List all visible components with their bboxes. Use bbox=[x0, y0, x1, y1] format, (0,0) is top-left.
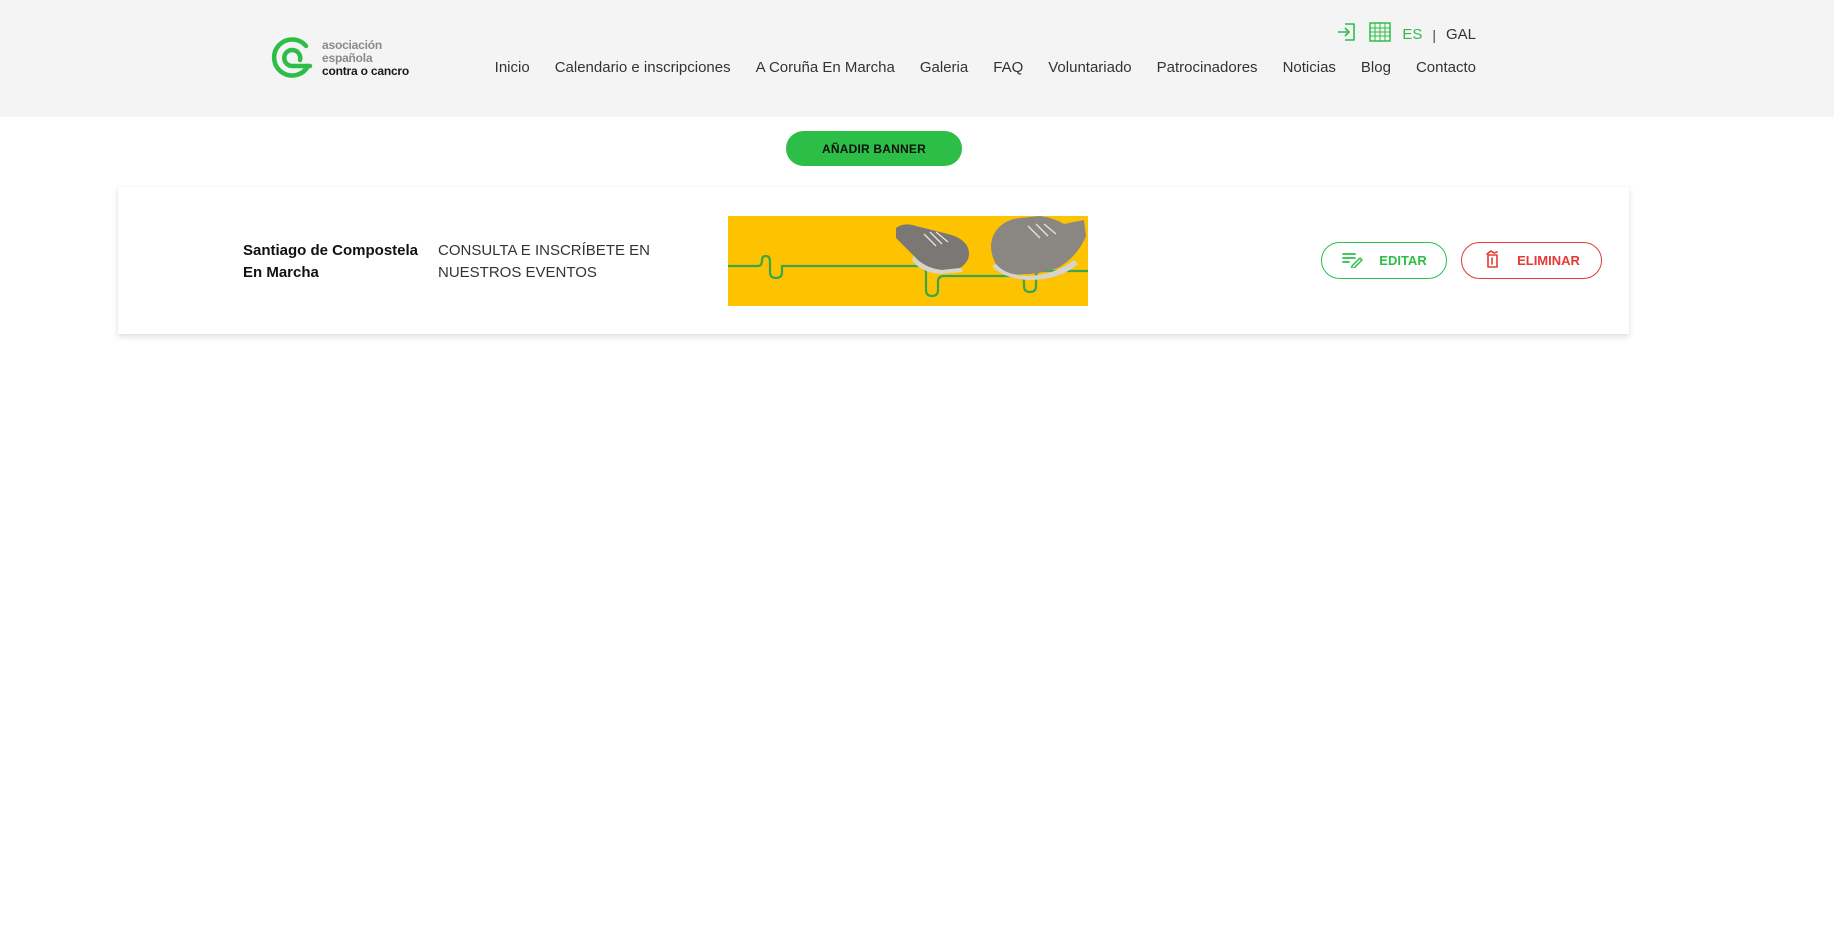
nav-item-coruna-en-marcha[interactable]: A Coruña En Marcha bbox=[756, 59, 895, 76]
edit-list-icon bbox=[1341, 250, 1364, 271]
lang-es-link[interactable]: ES bbox=[1402, 26, 1422, 43]
main-nav: Inicio Calendario e inscripciones A Coru… bbox=[495, 59, 1476, 76]
banner-image bbox=[728, 216, 1088, 306]
nav-item-noticias[interactable]: Noticias bbox=[1283, 59, 1336, 76]
nav-item-blog[interactable]: Blog bbox=[1361, 59, 1391, 76]
aecc-logo[interactable]: asociación española contra o cancro bbox=[270, 36, 409, 80]
nav-item-contacto[interactable]: Contacto bbox=[1416, 59, 1476, 76]
calendar-grid-icon[interactable] bbox=[1368, 21, 1392, 48]
nav-item-calendario[interactable]: Calendario e inscripciones bbox=[555, 59, 731, 76]
logo-text: asociación española contra o cancro bbox=[322, 37, 410, 78]
nav-item-galeria[interactable]: Galeria bbox=[920, 59, 968, 76]
login-icon[interactable] bbox=[1336, 21, 1358, 48]
edit-label: EDITAR bbox=[1379, 253, 1427, 268]
aecc-logo-icon bbox=[271, 37, 313, 78]
nav-item-voluntariado[interactable]: Voluntariado bbox=[1048, 59, 1131, 76]
logo-line-3: contra o cancro bbox=[322, 63, 410, 78]
trash-icon bbox=[1483, 249, 1501, 272]
nav-item-faq[interactable]: FAQ bbox=[993, 59, 1023, 76]
logo-line-1: asociación bbox=[322, 37, 383, 52]
banner-card: Santiago de Compostela En Marcha CONSULT… bbox=[118, 187, 1629, 334]
banner-subtitle: CONSULTA E INSCRÍBETE EN NUESTROS EVENTO… bbox=[438, 242, 650, 281]
lang-separator: | bbox=[1432, 26, 1436, 43]
lang-gal-link[interactable]: GAL bbox=[1446, 26, 1476, 43]
add-banner-button[interactable]: AÑADIR BANNER bbox=[786, 131, 962, 166]
nav-item-inicio[interactable]: Inicio bbox=[495, 59, 530, 76]
banner-title: Santiago de Compostela En Marcha bbox=[243, 242, 419, 281]
delete-button[interactable]: ELIMINAR bbox=[1461, 242, 1602, 279]
nav-item-patrocinadores[interactable]: Patrocinadores bbox=[1157, 59, 1258, 76]
site-header: asociación española contra o cancro ES |… bbox=[0, 0, 1834, 117]
header-utilities: ES | GAL bbox=[1336, 21, 1476, 48]
delete-label: ELIMINAR bbox=[1517, 253, 1580, 268]
edit-button[interactable]: EDITAR bbox=[1321, 242, 1447, 279]
logo-line-2: española bbox=[322, 50, 373, 65]
